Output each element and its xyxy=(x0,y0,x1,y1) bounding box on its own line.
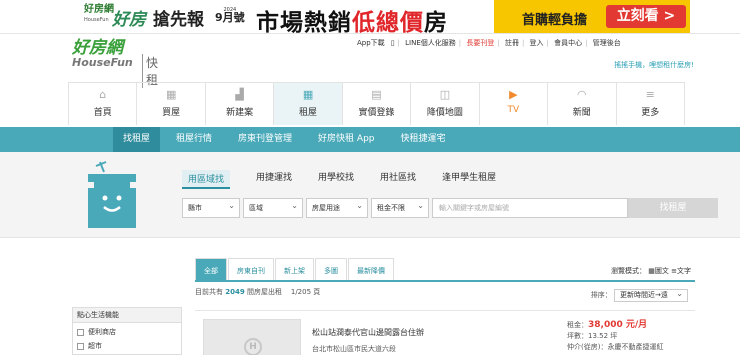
nav-more[interactable]: ≡ 更多 xyxy=(617,83,685,125)
top-links: App下載 ▯ | LINE個人化服務 | 長要刊登 | 註冊 | 登入 | 會員中心 | 管… xyxy=(357,39,621,47)
listing-details: 租金：38,000 元/月 坪數：13.52 坪 仲介(從房)：永慶不動產捷運紅 xyxy=(567,320,664,351)
nav-rent[interactable]: ▦ 租屋 xyxy=(274,83,343,125)
view-mode: 瀏覽模式： ▦圖文 ≡文字 xyxy=(611,267,691,275)
search-button[interactable]: 找租屋 xyxy=(628,198,718,218)
chart-building-icon: ▟ xyxy=(235,88,244,101)
results-panel: 全部 房東自刊 新上架 多圖 最新降價 瀏覽模式： ▦圖文 ≡文字 目前共有 2… xyxy=(195,258,695,355)
city-select[interactable]: 縣市 xyxy=(182,197,240,218)
nav-buy[interactable]: ▦ 買屋 xyxy=(137,83,206,125)
tab-fengjia-students[interactable]: 逢甲學生租屋 xyxy=(442,170,496,189)
rtab-price-drop[interactable]: 最新降價 xyxy=(348,258,394,280)
listing-rent: 38,000 元/月 xyxy=(588,320,648,330)
listing-area: 13.52 坪 xyxy=(588,332,618,340)
keyword-input[interactable]: 輸入關鍵字或房屋編號 xyxy=(432,198,628,218)
ad-banner[interactable]: 好房網 HouseFun 好房 搶先報 2024 9月號 市場熱銷低總價房 首購輕負… xyxy=(84,0,690,36)
tab-by-mrt[interactable]: 用捷運找 xyxy=(256,170,292,189)
search-area: 用區域找 用捷運找 用學校找 用社區找 逢甲學生租屋 縣市 區域 房屋用途 租金… xyxy=(0,152,740,238)
side-panel-title: 點心生活機能 xyxy=(73,308,181,323)
placeholder-logo-icon: H xyxy=(244,338,262,355)
logo-cn: 好房網 xyxy=(72,38,123,58)
view-photo-text[interactable]: 圖文 xyxy=(655,267,669,275)
grid-view-icon[interactable]: ▦ xyxy=(648,267,655,275)
side-filter-panel: 點心生活機能 便利商店 超市 xyxy=(72,307,182,355)
post-listing-link[interactable]: 長要刊登 xyxy=(466,39,494,47)
phone-icon: ▯ xyxy=(390,39,395,47)
document-icon: ▤ xyxy=(371,88,382,101)
checkbox-supermarket[interactable]: 超市 xyxy=(73,337,181,351)
subnav-rent-prices[interactable]: 租屋行情 xyxy=(166,127,222,152)
logo-en: HouseFun xyxy=(72,56,133,69)
rent-select[interactable]: 租金不限 xyxy=(371,197,429,218)
sort-control: 排序： 更新時間近→遠 xyxy=(591,285,691,305)
usage-select[interactable]: 房屋用途 xyxy=(306,197,368,218)
rtab-all[interactable]: 全部 xyxy=(195,258,227,280)
banner-promo[interactable]: 首購輕負擔 立刻看 > xyxy=(494,0,690,33)
member-center-link[interactable]: 會員中心 xyxy=(554,39,582,47)
line-service-link[interactable]: LINE個人化服務 xyxy=(405,39,456,47)
site-logo[interactable]: 好房網 HouseFun 快租 xyxy=(72,38,158,88)
apartment-icon: ▦ xyxy=(302,88,314,101)
app-download-link[interactable]: App下載 xyxy=(357,39,385,47)
tab-by-community[interactable]: 用社區找 xyxy=(380,170,416,189)
rtab-landlord[interactable]: 房東自刊 xyxy=(228,258,274,280)
banner-title-part2: 搶先報 xyxy=(153,10,204,30)
view-text-only[interactable]: 文字 xyxy=(677,267,691,275)
tab-by-area[interactable]: 用區域找 xyxy=(182,170,231,189)
slogan[interactable]: 搖搖手機，哩想租什麼房! xyxy=(614,60,694,70)
nav-price-registry[interactable]: ▤ 實價登錄 xyxy=(343,83,412,125)
admin-link[interactable]: 管理後台 xyxy=(593,39,621,47)
listing-agent: 永慶不動產捷運紅 xyxy=(607,343,664,351)
subnav-landlord-manage[interactable]: 房東刊登管理 xyxy=(228,127,302,152)
banner-headline: 市場熱銷低總價房 xyxy=(256,10,448,36)
nav-price-map[interactable]: ◫ 降價地圖 xyxy=(411,83,480,125)
login-link[interactable]: 登入 xyxy=(530,39,544,47)
checkbox-icon[interactable] xyxy=(77,328,84,336)
banner-promo-text: 首購輕負擔 xyxy=(522,13,588,28)
sub-nav: 找租屋 租屋行情 房東刊登管理 好房快租 App 快租捷運宅 xyxy=(0,127,740,152)
building-icon: ▦ xyxy=(165,88,177,101)
menu-icon: ≡ xyxy=(645,88,655,101)
sort-select[interactable]: 更新時間近→遠 xyxy=(614,288,688,302)
register-link[interactable]: 註冊 xyxy=(505,39,519,47)
result-count: 目前共有 2049 間房屋出租 1/205 頁 排序： 更新時間近→遠 xyxy=(195,282,695,302)
rtab-multi-photo[interactable]: 多圖 xyxy=(315,258,347,280)
nav-tv[interactable]: ▶ TV xyxy=(480,83,549,125)
nav-new-projects[interactable]: ▟ 新建案 xyxy=(206,83,275,125)
subnav-mrt-homes[interactable]: 快租捷運宅 xyxy=(391,127,456,152)
listing-title[interactable]: 松山站潤泰代官山邊間露台住辦 xyxy=(312,327,424,338)
house-mascot-icon xyxy=(88,161,136,228)
listing-thumbnail[interactable]: H xyxy=(203,319,301,355)
banner-divider xyxy=(0,33,740,34)
page-indicator: 1/205 xyxy=(290,288,312,296)
listing-address: 台北市松山區市民大道六段 xyxy=(312,345,396,353)
nav-news[interactable]: ◠ 新聞 xyxy=(548,83,617,125)
nav-home[interactable]: ⌂ 首頁 xyxy=(68,83,138,125)
page: 好房網 HouseFun 好房 搶先報 2024 9月號 市場熱銷低總價房 首購輕負… xyxy=(0,0,740,355)
subnav-find-rent[interactable]: 找租屋 xyxy=(113,127,161,152)
search-tabs: 用區域找 用捷運找 用學校找 用社區找 逢甲學生租屋 xyxy=(182,170,522,189)
checkbox-convenience-store[interactable]: 便利商店 xyxy=(73,323,181,337)
search-filters: 縣市 區域 房屋用途 租金不限 輸入關鍵字或房屋編號 找租屋 xyxy=(182,197,718,218)
banner-logo: 好房網 HouseFun xyxy=(84,4,114,24)
checkbox-icon[interactable] xyxy=(77,342,84,350)
main-nav: ⌂ 首頁 ▦ 買屋 ▟ 新建案 ▦ 租屋 ▤ 實價登錄 ◫ 降價地圖 ▶ TV ◠ 新聞 ≡ 更多 xyxy=(68,82,685,125)
banner-issue: 2024 9月號 xyxy=(215,7,245,24)
banner-cta-button[interactable]: 立刻看 > xyxy=(606,5,686,28)
play-icon: ▶ xyxy=(509,88,518,101)
rss-icon: ◠ xyxy=(576,88,587,101)
subnav-app[interactable]: 好房快租 App xyxy=(308,127,384,152)
map-icon: ◫ xyxy=(439,88,451,101)
rtab-new[interactable]: 新上架 xyxy=(275,258,314,280)
district-select[interactable]: 區域 xyxy=(243,197,303,218)
tab-by-school[interactable]: 用學校找 xyxy=(318,170,354,189)
listing-item[interactable]: H 松山站潤泰代官山邊間露台住辦 台北市松山區市民大道六段 租金：38,000 … xyxy=(195,310,695,355)
banner-title-part1: 好房 xyxy=(112,10,146,30)
home-icon: ⌂ xyxy=(99,88,107,101)
